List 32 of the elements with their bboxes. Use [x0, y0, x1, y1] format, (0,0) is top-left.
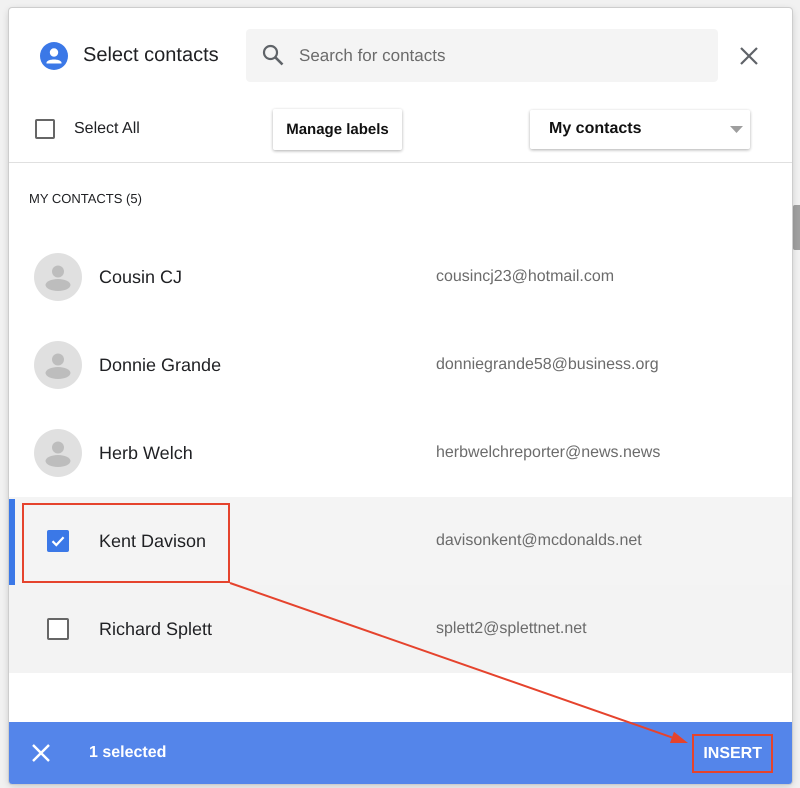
- contact-row[interactable]: Herb Welch herbwelchreporter@news.news: [9, 409, 792, 497]
- contact-email: davisonkent@mcdonalds.net: [436, 532, 643, 550]
- contact-name: Cousin CJ: [99, 266, 184, 288]
- contacts-dropdown[interactable]: My contacts: [530, 110, 750, 148]
- account-icon: [40, 42, 68, 70]
- contact-row[interactable]: Richard Splett splett2@splettnet.net: [9, 585, 792, 673]
- insert-button[interactable]: INSERT: [692, 734, 773, 772]
- contact-email: splett2@splettnet.net: [436, 620, 588, 638]
- contact-checkbox[interactable]: [47, 530, 69, 552]
- contact-name: Donnie Grande: [99, 354, 222, 376]
- contact-row[interactable]: Cousin CJ cousincj23@hotmail.com: [9, 233, 792, 321]
- contact-email: herbwelchreporter@news.news: [436, 444, 662, 462]
- checkmark-icon: [51, 534, 65, 548]
- select-all-checkbox[interactable]: [35, 119, 55, 139]
- contact-name: Herb Welch: [99, 442, 194, 464]
- search-icon: [262, 44, 284, 66]
- contact-name: Richard Splett: [99, 618, 214, 640]
- contact-email: cousincj23@hotmail.com: [436, 268, 616, 286]
- contact-checkbox[interactable]: [47, 618, 69, 640]
- caret-icon: [730, 126, 743, 132]
- scrollbar-thumb: [793, 205, 800, 250]
- section-heading: MY CONTACTS (5): [28, 190, 143, 208]
- contact-row[interactable]: Kent Davison davisonkent@mcdonalds.net: [9, 497, 792, 585]
- select-all-label: Select All: [74, 120, 140, 138]
- selected-count: 1 selected: [89, 744, 166, 762]
- dialog-title: Select contacts: [83, 44, 220, 67]
- contact-name: Kent Davison: [99, 530, 208, 552]
- close-icon[interactable]: [31, 743, 51, 763]
- manage-labels-button[interactable]: Manage labels: [273, 108, 402, 150]
- contact-row[interactable]: Donnie Grande donniegrande58@business.org: [9, 321, 792, 409]
- search-field[interactable]: Search for contacts: [246, 29, 718, 82]
- contact-email: donniegrande58@business.org: [436, 356, 660, 374]
